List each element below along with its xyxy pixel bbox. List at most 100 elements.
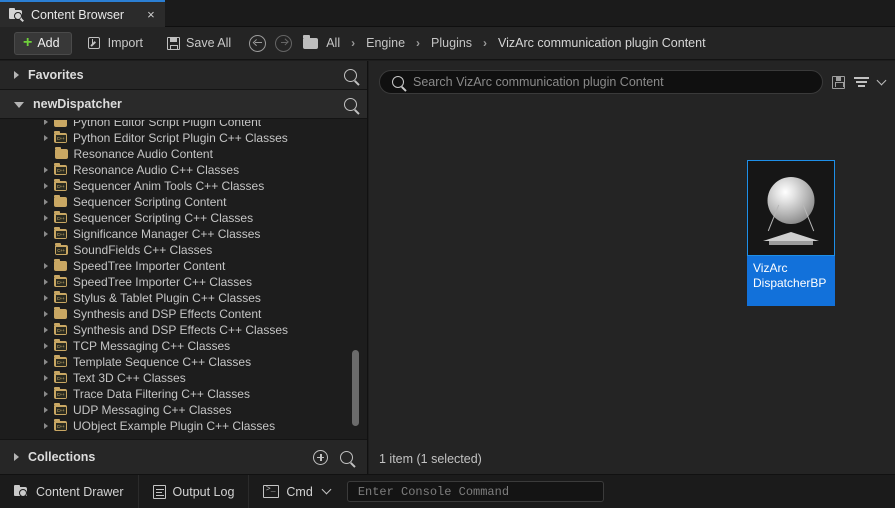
tree-row[interactable]: SpeedTree Importer Content <box>0 258 367 274</box>
breadcrumb-item-engine[interactable]: Engine <box>366 36 405 50</box>
asset-search-bar: Search VizArc communication plugin Conte… <box>379 70 885 94</box>
tree-row[interactable]: Sequencer Scripting C++ Classes <box>0 210 367 226</box>
tree-row[interactable]: Resonance Audio C++ Classes <box>0 162 367 178</box>
chevron-right-icon[interactable] <box>44 391 48 397</box>
add-collection-icon[interactable] <box>313 450 328 465</box>
asset-label[interactable]: VizArc DispatcherBP <box>747 256 835 306</box>
tree-row-label: Resonance Audio Content <box>74 146 213 162</box>
chevron-right-icon[interactable] <box>44 263 48 269</box>
tree-row[interactable]: Significance Manager C++ Classes <box>0 226 367 242</box>
tree-row[interactable]: SoundFields C++ Classes <box>0 242 367 258</box>
tab-content-browser[interactable]: Content Browser × <box>0 0 165 27</box>
tree-row[interactable]: Sequencer Anim Tools C++ Classes <box>0 178 367 194</box>
import-button-label: Import <box>108 36 143 50</box>
tree-row-label: SpeedTree Importer Content <box>73 258 225 274</box>
back-arrow-icon[interactable] <box>249 35 266 52</box>
content-drawer-button[interactable]: Content Drawer <box>0 475 139 508</box>
tree-row-label: Synthesis and DSP Effects Content <box>73 306 261 322</box>
folder-icon <box>54 261 67 271</box>
chevron-right-icon[interactable] <box>44 183 48 189</box>
import-icon <box>88 36 102 50</box>
save-all-button[interactable]: Save All <box>159 31 239 55</box>
tree-row[interactable]: SpeedTree Importer C++ Classes <box>0 274 367 290</box>
close-icon[interactable]: × <box>147 8 155 21</box>
dispatcher-search-icon[interactable] <box>344 98 357 111</box>
sources-panel: Favorites newDispatcher Python Editor Sc… <box>0 61 368 474</box>
folder-icon <box>54 309 67 319</box>
chevron-right-icon[interactable] <box>44 120 48 125</box>
chevron-right-icon[interactable] <box>44 375 48 381</box>
chevron-right-icon[interactable] <box>44 327 48 333</box>
tree-row[interactable]: Sequencer Scripting Content <box>0 194 367 210</box>
favorites-label: Favorites <box>28 68 344 82</box>
tree-row[interactable]: Resonance Audio Content <box>0 146 367 162</box>
tree-scrollbar[interactable] <box>352 120 359 438</box>
chevron-right-icon[interactable] <box>44 343 48 349</box>
tree-row[interactable]: Template Sequence C++ Classes <box>0 354 367 370</box>
output-log-button[interactable]: Output Log <box>139 475 250 508</box>
breadcrumb-item-all[interactable]: All <box>326 36 340 50</box>
cpp-folder-icon <box>54 405 67 415</box>
chevron-right-icon[interactable] <box>44 359 48 365</box>
cpp-folder-icon <box>54 357 67 367</box>
chevron-right-icon[interactable] <box>44 279 48 285</box>
breadcrumb-separator: › <box>416 36 420 50</box>
import-button[interactable]: Import <box>80 31 151 55</box>
tree-row-label: Python Editor Script Plugin C++ Classes <box>73 130 288 146</box>
chevron-right-icon[interactable] <box>44 407 48 413</box>
content-browser-window: Content Browser × + Add Import Save All <box>0 0 895 508</box>
chevron-down-icon[interactable] <box>321 485 331 495</box>
chevron-right-icon[interactable] <box>44 199 48 205</box>
forward-arrow-icon[interactable] <box>275 35 292 52</box>
tree-row[interactable]: Synthesis and DSP Effects C++ Classes <box>0 322 367 338</box>
tree-row[interactable]: Synthesis and DSP Effects Content <box>0 306 367 322</box>
tree-row[interactable]: UObject Example Plugin C++ Classes <box>0 418 367 434</box>
tab-title: Content Browser <box>31 8 124 22</box>
breadcrumb-item-current[interactable]: VizArc communication plugin Content <box>498 36 706 50</box>
tree-row[interactable]: Python Editor Script Plugin C++ Classes <box>0 130 367 146</box>
favorites-search-icon[interactable] <box>344 69 357 82</box>
breadcrumb: All › Engine › Plugins › VizArc communic… <box>249 35 705 52</box>
folder-tree[interactable]: Python Editor Script Plugin ContentPytho… <box>0 120 367 438</box>
search-input[interactable]: Search VizArc communication plugin Conte… <box>379 70 823 94</box>
collections-search-icon[interactable] <box>340 451 353 464</box>
collections-section-header[interactable]: Collections <box>0 439 367 474</box>
chevron-right-icon[interactable] <box>44 135 48 141</box>
asset-tile[interactable]: VizArc DispatcherBP <box>747 160 835 312</box>
save-icon <box>167 37 180 50</box>
folder-icon <box>54 197 67 207</box>
chevron-right-icon[interactable] <box>44 215 48 221</box>
chevron-down-icon[interactable] <box>877 75 887 85</box>
tree-row[interactable]: UDP Messaging C++ Classes <box>0 402 367 418</box>
folder-icon <box>303 38 318 49</box>
cpp-folder-icon <box>54 133 67 143</box>
breadcrumb-item-plugins[interactable]: Plugins <box>431 36 472 50</box>
filter-icon[interactable] <box>854 76 869 88</box>
save-search-icon[interactable] <box>832 76 845 89</box>
dispatcher-section-header[interactable]: newDispatcher <box>0 90 367 119</box>
chevron-right-icon[interactable] <box>44 167 48 173</box>
tree-row[interactable]: Python Editor Script Plugin Content <box>0 120 367 130</box>
chevron-right-icon[interactable] <box>44 311 48 317</box>
tree-row[interactable]: TCP Messaging C++ Classes <box>0 338 367 354</box>
add-button-label: Add <box>37 36 59 50</box>
favorites-section-header[interactable]: Favorites <box>0 61 367 90</box>
tree-row-label: Significance Manager C++ Classes <box>73 226 260 242</box>
console-command-input[interactable]: Enter Console Command <box>347 481 604 502</box>
chevron-right-icon[interactable] <box>44 295 48 301</box>
cpp-folder-icon <box>54 325 67 335</box>
chevron-right-icon[interactable] <box>44 231 48 237</box>
cmd-label[interactable]: Cmd <box>286 485 312 499</box>
cpp-folder-icon <box>54 389 67 399</box>
cpp-folder-icon <box>54 293 67 303</box>
tree-scrollbar-thumb[interactable] <box>352 350 359 426</box>
tree-row-label: SoundFields C++ Classes <box>74 242 213 258</box>
tree-row[interactable]: Text 3D C++ Classes <box>0 370 367 386</box>
tree-row[interactable]: Trace Data Filtering C++ Classes <box>0 386 367 402</box>
search-placeholder: Search VizArc communication plugin Conte… <box>413 75 664 89</box>
dispatcher-label: newDispatcher <box>33 97 344 111</box>
tree-row[interactable]: Stylus & Tablet Plugin C++ Classes <box>0 290 367 306</box>
add-button[interactable]: + Add <box>14 32 72 55</box>
chevron-right-icon[interactable] <box>44 423 48 429</box>
blueprint-sphere-thumbnail[interactable] <box>747 160 835 256</box>
